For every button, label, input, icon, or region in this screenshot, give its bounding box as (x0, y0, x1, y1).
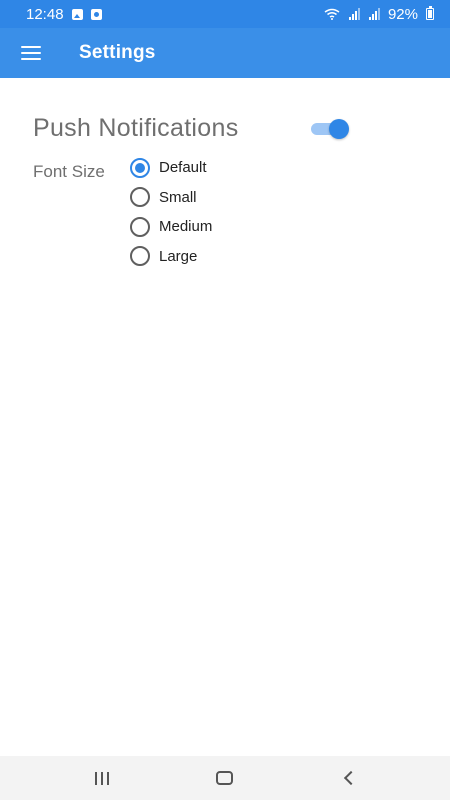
push-notifications-row: Push Notifications (33, 110, 363, 146)
radio-label: Default (159, 159, 207, 177)
back-icon (344, 770, 359, 786)
radio-button-icon (130, 187, 150, 208)
radio-button-icon (130, 157, 150, 178)
gallery-notification-icon (71, 8, 83, 20)
hamburger-menu-icon (21, 46, 41, 60)
page-title: Settings (79, 42, 156, 63)
battery-percent: 92% (387, 5, 418, 23)
signal-icon (348, 8, 360, 20)
push-notifications-label: Push Notifications (33, 113, 239, 142)
radio-label: Large (159, 247, 198, 265)
menu-button[interactable] (0, 28, 62, 78)
toggle-thumb (329, 119, 349, 139)
radio-label: Small (159, 188, 197, 206)
font-size-radio-group: Default Small Medium Large (130, 153, 212, 271)
system-navigation-bar (0, 756, 450, 800)
wifi-icon (324, 8, 340, 20)
status-right: 92% (324, 6, 434, 23)
back-button[interactable] (323, 756, 373, 800)
battery-icon (426, 6, 434, 20)
radio-button-icon (130, 216, 150, 237)
radio-option-small[interactable]: Small (130, 183, 212, 213)
status-bar: 12:48 92% (0, 0, 450, 28)
message-notification-icon (90, 8, 102, 20)
radio-option-medium[interactable]: Medium (130, 212, 212, 242)
settings-screen: 12:48 92% Settings Push Notifications Fo… (0, 0, 450, 800)
home-icon (216, 771, 234, 785)
recents-button[interactable] (77, 756, 127, 800)
radio-label: Medium (159, 218, 213, 236)
radio-option-large[interactable]: Large (130, 242, 212, 272)
push-notifications-toggle[interactable] (311, 117, 349, 139)
recents-icon (94, 771, 109, 785)
font-size-label: Font Size (33, 162, 105, 181)
radio-option-default[interactable]: Default (130, 153, 212, 183)
status-left: 12:48 (26, 6, 102, 23)
radio-button-icon (130, 246, 150, 267)
app-bar: Settings (0, 28, 450, 78)
signal-icon (368, 8, 380, 20)
status-time: 12:48 (26, 5, 64, 23)
home-button[interactable] (200, 756, 250, 800)
